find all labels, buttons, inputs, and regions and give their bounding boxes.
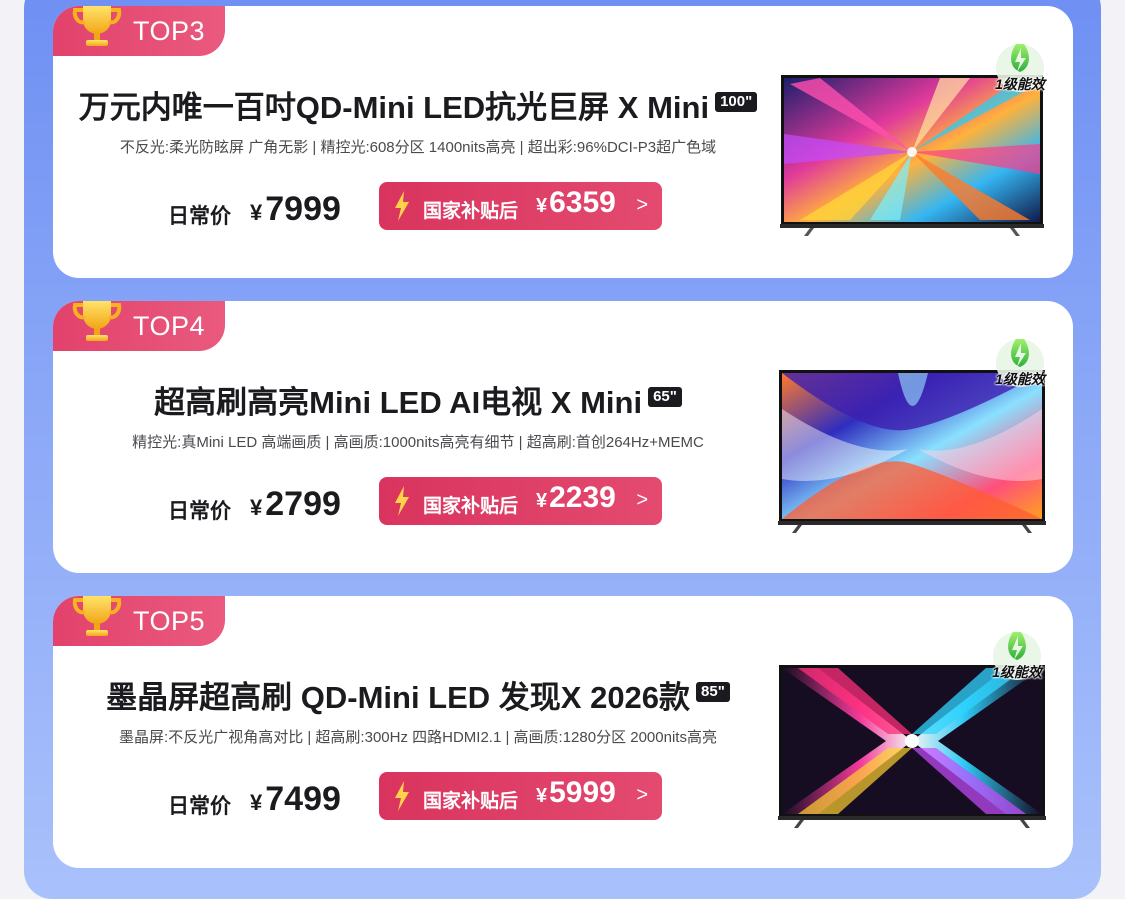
subsidy-price-button[interactable]: 国家补贴后 ¥2239 > xyxy=(379,477,662,525)
subsidy-price-value: 6359 xyxy=(549,186,616,219)
rank-tag: TOP4 xyxy=(53,301,225,351)
product-title[interactable]: 万元内唯一百吋QD-Mini LED抗光巨屏 X Mini 100" xyxy=(53,82,783,127)
daily-price-label: 日常价 xyxy=(168,500,231,523)
product-card-top4[interactable]: TOP4 超高刷高亮Mini LED AI电视 X Mini 65" 精控光:真M… xyxy=(53,301,1073,573)
rank-label: TOP5 xyxy=(133,606,206,636)
size-badge: 65" xyxy=(648,387,682,407)
chevron-right-icon: > xyxy=(636,194,648,216)
daily-price-value: 2799 xyxy=(265,485,341,523)
bolt-icon xyxy=(395,781,409,811)
daily-price-label: 日常价 xyxy=(168,205,231,228)
trophy-icon xyxy=(72,596,122,636)
daily-price-label: 日常价 xyxy=(168,795,231,818)
rank-label: TOP4 xyxy=(133,311,206,341)
subsidy-price-value: 5999 xyxy=(549,776,616,809)
trophy-icon xyxy=(72,301,122,341)
chevron-right-icon: > xyxy=(636,489,648,511)
product-title-text: 超高刷高亮Mini LED AI电视 X Mini xyxy=(154,385,643,420)
daily-price-value: 7499 xyxy=(265,780,341,818)
rank-tag: TOP3 xyxy=(53,6,225,56)
price-row: 日常价 ¥7499 国家补贴后 ¥5999 > xyxy=(168,772,768,820)
energy-label-icon: 1级能效 xyxy=(988,333,1052,397)
subsidy-price: ¥2239 xyxy=(536,481,616,515)
subsidy-price-button[interactable]: 国家补贴后 ¥6359 > xyxy=(379,182,662,230)
currency-symbol: ¥ xyxy=(536,490,548,512)
daily-price: ¥7999 xyxy=(250,190,341,229)
subsidy-price: ¥5999 xyxy=(536,776,616,810)
currency-symbol: ¥ xyxy=(250,495,263,520)
product-title-text: 墨晶屏超高刷 QD-Mini LED 发现X 2026款 xyxy=(106,680,691,715)
currency-symbol: ¥ xyxy=(250,790,263,815)
trophy-icon xyxy=(72,6,122,46)
currency-symbol: ¥ xyxy=(536,785,548,807)
product-title[interactable]: 超高刷高亮Mini LED AI电视 X Mini 65" xyxy=(53,377,783,422)
chevron-right-icon: > xyxy=(636,784,648,806)
product-title-text: 万元内唯一百吋QD-Mini LED抗光巨屏 X Mini xyxy=(78,90,710,125)
subsidy-price-button[interactable]: 国家补贴后 ¥5999 > xyxy=(379,772,662,820)
energy-label-text: 1级能效 xyxy=(995,76,1045,92)
daily-price-value: 7999 xyxy=(265,190,341,228)
product-card-top5[interactable]: TOP5 墨晶屏超高刷 QD-Mini LED 发现X 2026款 85" 墨晶屏… xyxy=(53,596,1073,868)
rank-tag: TOP5 xyxy=(53,596,225,646)
price-row: 日常价 ¥7999 国家补贴后 ¥6359 > xyxy=(168,182,768,230)
product-specs: 不反光:柔光防眩屏 广角无影 | 精控光:608分区 1400nits高亮 | … xyxy=(119,139,717,156)
rank-label: TOP3 xyxy=(133,16,206,46)
currency-symbol: ¥ xyxy=(250,200,263,225)
energy-label-text: 1级能效 xyxy=(992,664,1042,680)
currency-symbol: ¥ xyxy=(536,195,548,217)
subsidy-price-value: 2239 xyxy=(549,481,616,514)
product-title[interactable]: 墨晶屏超高刷 QD-Mini LED 发现X 2026款 85" xyxy=(53,672,783,717)
daily-price: ¥7499 xyxy=(250,780,341,819)
subsidy-label: 国家补贴后 xyxy=(423,201,519,222)
daily-price: ¥2799 xyxy=(250,485,341,524)
size-badge: 85" xyxy=(696,682,730,702)
size-badge: 100" xyxy=(715,92,758,112)
subsidy-label: 国家补贴后 xyxy=(423,496,519,517)
price-row: 日常价 ¥2799 国家补贴后 ¥2239 > xyxy=(168,477,768,525)
energy-label-icon: 1级能效 xyxy=(985,626,1049,690)
product-card-top3[interactable]: TOP3 万元内唯一百吋QD-Mini LED抗光巨屏 X Mini 100" 不… xyxy=(53,6,1073,278)
product-specs: 墨晶屏:不反光广视角高对比 | 超高刷:300Hz 四路HDMI2.1 | 高画… xyxy=(119,729,717,746)
subsidy-price: ¥6359 xyxy=(536,186,616,220)
bolt-icon xyxy=(395,486,409,516)
product-specs: 精控光:真Mini LED 高端画质 | 高画质:1000nits高亮有细节 |… xyxy=(132,434,704,451)
energy-label-text: 1级能效 xyxy=(995,371,1045,387)
subsidy-label: 国家补贴后 xyxy=(423,791,519,812)
bolt-icon xyxy=(395,191,409,221)
energy-label-icon: 1级能效 xyxy=(988,38,1052,102)
